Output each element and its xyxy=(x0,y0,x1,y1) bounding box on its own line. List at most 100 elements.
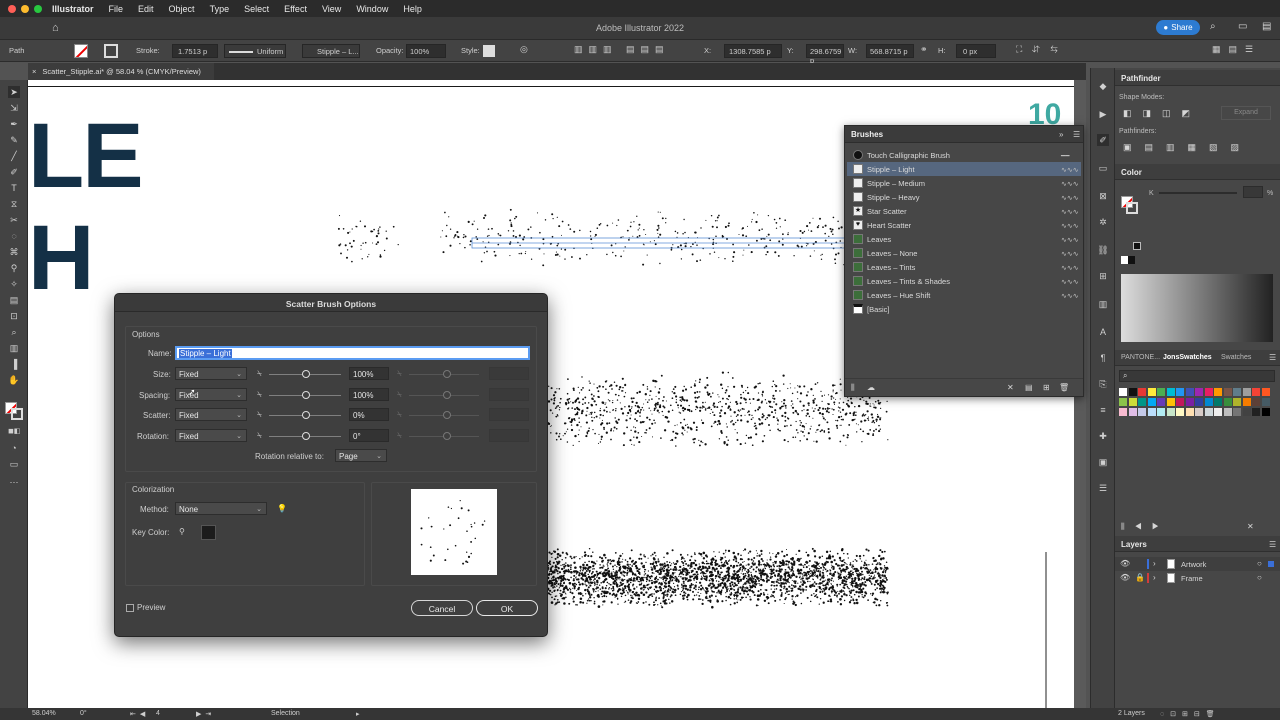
menu-select[interactable]: Select xyxy=(244,4,269,14)
paragraph-panel-icon[interactable]: ¶ xyxy=(1097,352,1109,364)
visibility-eye-icon[interactable]: 👁 xyxy=(1120,559,1130,568)
swatch[interactable] xyxy=(1223,388,1232,396)
gradient-tool-icon[interactable]: ▤ xyxy=(8,294,20,306)
brush-options-icon[interactable]: ▤ xyxy=(1025,383,1033,392)
eyedropper-tool-icon[interactable]: ⚲ xyxy=(8,262,20,274)
close-tab-icon[interactable]: × xyxy=(32,67,36,76)
swatch[interactable] xyxy=(1176,408,1184,416)
artboard-tool-icon[interactable]: ⊡ xyxy=(8,310,20,322)
swatch[interactable] xyxy=(1252,408,1260,416)
swatch[interactable] xyxy=(1147,408,1156,416)
swatch[interactable] xyxy=(1157,408,1165,416)
transform-icons[interactable]: ⛶⇵⇆ xyxy=(1016,44,1068,55)
brush-item[interactable]: ★ Star Scatter ∿∿∿ xyxy=(847,204,1081,218)
key-color-swatch[interactable] xyxy=(201,525,216,540)
visibility-eye-icon[interactable]: 👁 xyxy=(1120,573,1130,582)
stroke-color-icon[interactable] xyxy=(11,408,23,420)
expand-layer-icon[interactable]: › xyxy=(1153,573,1156,582)
draw-mode-icon[interactable]: ◔ xyxy=(8,442,20,454)
expand-layer-icon[interactable]: › xyxy=(1153,559,1156,568)
panel-collapse-icon[interactable]: » xyxy=(1059,130,1063,139)
actions-panel-icon[interactable]: ▶ xyxy=(1097,108,1109,120)
size-value-field[interactable]: 100% xyxy=(349,367,389,380)
recolor-artwork-icon[interactable]: ◎ xyxy=(520,44,528,55)
cancel-button[interactable]: Cancel xyxy=(411,600,473,616)
tab-jonsswatches[interactable]: JonsSwatches xyxy=(1163,354,1212,361)
rotation-value-field[interactable]: 0° xyxy=(349,429,389,442)
variable-width-profile[interactable]: Uniform xyxy=(224,44,286,58)
panel-options-icons[interactable]: ▦▤☰ xyxy=(1212,44,1261,55)
swatch[interactable] xyxy=(1195,408,1203,416)
stroke-weight-field[interactable]: 1.7513 p xyxy=(172,44,218,58)
swatch[interactable] xyxy=(1214,408,1222,416)
search-icon[interactable]: ⌕ xyxy=(1210,21,1216,32)
asset-export-icon[interactable]: ⎘ xyxy=(1097,378,1109,390)
appearance-panel-icon[interactable]: ▭ xyxy=(1097,162,1109,174)
artboard-number[interactable]: 4 xyxy=(156,710,160,717)
paintbrush-tool-icon[interactable]: ✐ xyxy=(8,166,20,178)
size-mode-select[interactable]: Fixed ⌄ xyxy=(175,367,247,380)
libraries-panel-icon[interactable]: ☁ xyxy=(867,383,875,392)
swatch[interactable] xyxy=(1223,408,1232,416)
stroke-swatch[interactable] xyxy=(104,44,118,58)
menu-view[interactable]: View xyxy=(322,4,341,14)
swatch[interactable] xyxy=(1261,408,1270,416)
spacing-mode-select[interactable]: Fixed ⌄ xyxy=(175,388,247,401)
swatch[interactable] xyxy=(1242,398,1251,406)
remove-brush-stroke-icon[interactable]: ✕ xyxy=(1007,383,1014,392)
brush-item[interactable]: Touch Calligraphic Brush ━━ xyxy=(847,148,1081,162)
stroke-panel-icon[interactable]: ≡ xyxy=(1097,404,1109,416)
method-select[interactable]: None ⌄ xyxy=(175,502,267,515)
brush-definition-dropdown[interactable]: Stipple – L... xyxy=(302,44,360,58)
brush-item-selected[interactable]: Stipple – Light ∿∿∿ xyxy=(847,162,1081,176)
swatch[interactable] xyxy=(1261,388,1270,396)
line-tool-icon[interactable]: ╱ xyxy=(8,150,20,162)
swatch[interactable] xyxy=(1223,398,1232,406)
character-panel-icon[interactable]: A xyxy=(1097,326,1109,338)
share-button[interactable]: ● Share xyxy=(1156,20,1200,35)
swatch[interactable] xyxy=(1233,398,1241,406)
swatch[interactable] xyxy=(1242,408,1251,416)
workspace-icon[interactable]: ▤ xyxy=(1262,21,1271,32)
brushes-panel-icon[interactable]: ✐ xyxy=(1097,134,1109,146)
layer-row-frame[interactable]: 👁 🔒 › Frame ○ xyxy=(1115,571,1280,585)
graphic-style-swatch[interactable] xyxy=(483,45,495,57)
swatch[interactable] xyxy=(1128,408,1137,416)
menu-object[interactable]: Object xyxy=(169,4,195,14)
swatch[interactable] xyxy=(1233,388,1241,396)
swatch[interactable] xyxy=(1119,408,1127,416)
brush-item[interactable]: Stipple – Medium ∿∿∿ xyxy=(847,176,1081,190)
spacing-link-icon[interactable]: ⍀ xyxy=(257,390,262,400)
reflect-tool-icon[interactable]: ⧖ xyxy=(8,198,20,210)
swatch[interactable] xyxy=(1119,398,1127,406)
target-circle-icon[interactable]: ○ xyxy=(1257,573,1262,582)
none-white-black-swatches[interactable] xyxy=(1121,256,1135,264)
swatch[interactable] xyxy=(1185,388,1194,396)
curvature-tool-icon[interactable]: ✎ xyxy=(8,134,20,146)
swatch-options-icon[interactable]: ✕ xyxy=(1247,522,1254,531)
brush-libraries-icon[interactable]: ⫼ xyxy=(851,383,855,393)
layers-footer-icons[interactable]: ◌⊡⊞⊟🗑 xyxy=(1160,710,1221,718)
swatch[interactable] xyxy=(1185,408,1194,416)
lock-icon[interactable]: 🔒 xyxy=(1135,573,1145,582)
align-panel-icon[interactable]: ▥ xyxy=(1097,298,1109,310)
swatch[interactable] xyxy=(1252,398,1260,406)
close-window-button[interactable] xyxy=(8,4,16,13)
selection-tool-icon[interactable]: ➤ xyxy=(8,86,20,98)
symbols-panel-icon[interactable]: ✲ xyxy=(1097,216,1109,228)
minimize-window-button[interactable] xyxy=(21,4,29,13)
w-field[interactable]: 568.8715 p xyxy=(866,44,914,58)
constrain-proportions-icon[interactable]: ⚭ xyxy=(920,44,928,55)
swatch[interactable] xyxy=(1261,398,1270,406)
fill-swatch[interactable] xyxy=(74,44,88,58)
artboard-nav-next-icons[interactable]: ▶⇥ xyxy=(196,710,215,718)
expand-button[interactable]: Expand xyxy=(1221,106,1271,120)
menu-illustrator[interactable]: Illustrator xyxy=(52,4,94,14)
color-spectrum[interactable] xyxy=(1121,274,1273,342)
eyedropper-icon[interactable]: ⚲ xyxy=(179,527,185,536)
menu-type[interactable]: Type xyxy=(210,4,230,14)
swatch[interactable] xyxy=(1204,398,1213,406)
swatch-grid[interactable] xyxy=(1119,388,1277,428)
layer-row-artwork[interactable]: 👁 › Artwork ○ xyxy=(1115,557,1280,571)
menu-edit[interactable]: Edit xyxy=(138,4,154,14)
